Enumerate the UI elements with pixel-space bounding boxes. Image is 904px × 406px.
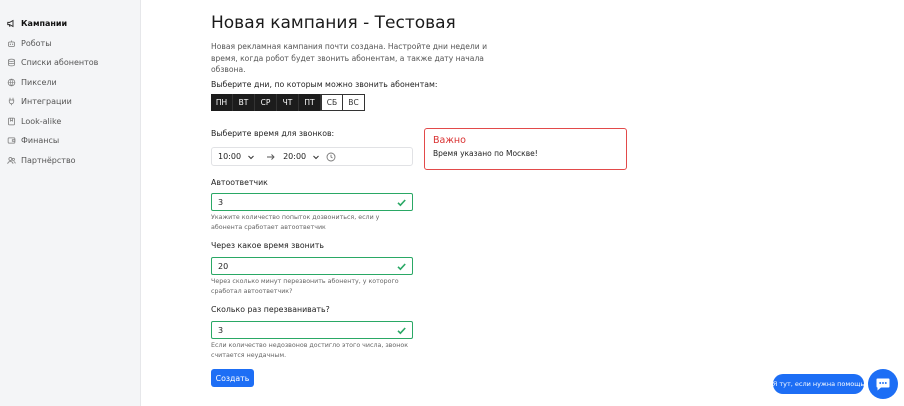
call-delay-input[interactable] [218,261,388,271]
sidebar: Кампании Роботы Списки абонентов Пиксели… [0,0,141,406]
time-label: Выберите время для звонков: [211,129,335,138]
clock-icon [326,152,336,161]
globe-icon [7,78,16,86]
timezone-notice: Важно Время указано по Москве! [424,128,627,170]
redial-count-input[interactable] [218,325,388,335]
sidebar-item-label: Партнёрство [21,155,76,165]
check-icon [397,327,406,335]
time-range-picker: 10:00 20:00 [211,147,413,166]
plug-icon [8,98,15,106]
time-to-select[interactable]: 20:00 [283,152,320,161]
answering-machine-field [211,193,413,211]
chat-bubble-icon [876,378,890,390]
chevron-down-icon [313,155,319,159]
notice-text: Время указано по Москве! [433,149,538,158]
sidebar-item-campaigns[interactable]: Кампании [0,14,140,34]
chevron-down-icon [248,155,254,159]
days-selector: ПН ВТ СР ЧТ ПТ СБ ВС [211,94,365,111]
page-title: Новая кампания - Тестовая [211,13,456,33]
answering-machine-input[interactable] [218,197,388,207]
wallet-icon [7,137,16,144]
sidebar-item-label: Look-alike [21,116,62,126]
sidebar-item-label: Роботы [21,38,52,48]
day-sun[interactable]: ВС [343,94,365,111]
sidebar-item-look-alike[interactable]: Look-alike [0,112,140,132]
redial-count-hint: Если количество недозвонов достигло этог… [211,342,409,359]
day-thu[interactable]: ЧТ [277,94,299,111]
page-description: Новая рекламная кампания почти создана. … [211,42,488,74]
call-delay-field [211,257,413,275]
sidebar-item-label: Пиксели [21,77,57,87]
sidebar-item-label: Финансы [21,136,60,146]
megaphone-icon [7,19,14,28]
chat-button[interactable] [868,369,898,399]
sidebar-item-label: Интеграции [21,97,72,107]
sidebar-item-subscriber-lists[interactable]: Списки абонентов [0,53,140,73]
sidebar-item-finance[interactable]: Финансы [0,131,140,151]
create-button[interactable]: Создать [211,369,254,387]
database-icon [8,59,15,67]
days-label: Выберите дни, по которым можно звонить а… [211,80,438,89]
bookmark-icon [8,117,15,125]
call-delay-label: Через какое время звонить [211,241,324,250]
arrow-right-icon [267,153,275,160]
check-icon [397,199,406,207]
check-icon [397,263,406,271]
redial-count-field [211,321,413,339]
day-wed[interactable]: СР [255,94,277,111]
day-tue[interactable]: ВТ [233,94,255,111]
day-mon[interactable]: ПН [211,94,233,111]
sidebar-item-integrations[interactable]: Интеграции [0,92,140,112]
day-fri[interactable]: ПТ [299,94,321,111]
users-icon [7,156,16,164]
time-to-value: 20:00 [283,152,307,161]
answering-machine-label: Автоответчик [211,178,268,187]
sidebar-item-pixels[interactable]: Пиксели [0,73,140,93]
sidebar-item-label: Кампании [21,19,68,29]
help-pill[interactable]: Я тут, если нужна помощь [773,374,864,394]
answering-machine-hint: Укажите количество попыток дозвониться, … [211,214,380,231]
notice-title: Важно [433,135,466,146]
redial-count-label: Сколько раз перезванивать? [211,305,330,314]
sidebar-item-partnership[interactable]: Партнёрство [0,151,140,171]
sidebar-item-label: Списки абонентов [21,58,99,68]
time-from-select[interactable]: 10:00 [218,152,255,161]
robot-icon [8,40,15,47]
time-from-value: 10:00 [218,152,242,161]
sidebar-item-robots[interactable]: Роботы [0,34,140,54]
day-sat[interactable]: СБ [321,94,343,111]
call-delay-hint: Через сколько минут перезвонить абоненту… [211,278,399,295]
